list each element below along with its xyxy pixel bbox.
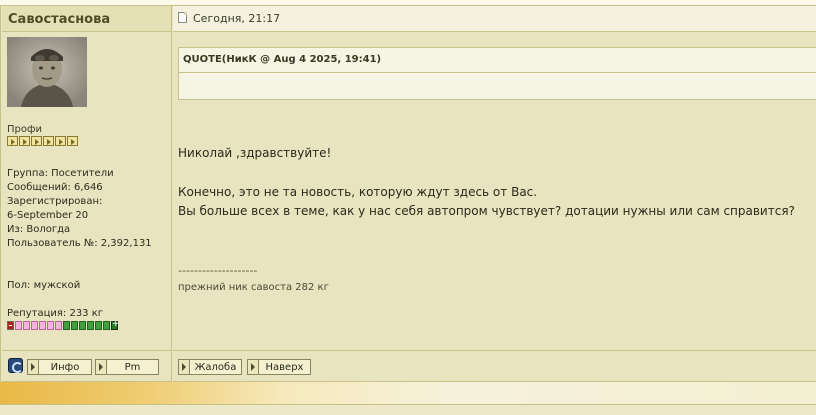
info-button[interactable]: Инфо (27, 359, 92, 375)
user-status-icon (8, 358, 23, 373)
reputation-neg-cell (55, 321, 62, 330)
message-greeting: Николай ,здравствуйте! (178, 146, 332, 160)
post-header: Сегодня, 21:17 (173, 6, 816, 32)
reputation-plus-icon[interactable] (111, 319, 120, 330)
message-line-1: Конечно, это не та новость, которую ждут… (178, 185, 538, 199)
user-post-count: Сообщений: 6,646 (7, 182, 103, 193)
user-profile-panel: Профи Группа: Посетители Сообщений: 6,64… (2, 32, 172, 350)
rank-pip-icon (7, 136, 18, 146)
arrow-right-icon (28, 360, 39, 374)
reputation-pos-cell (95, 321, 102, 330)
post-body: QUOTE(НикК @ Aug 4 2025, 19:41) Николай … (173, 32, 816, 350)
reputation-pos-cell (103, 321, 110, 330)
post-footer-left: Инфо Pm (2, 350, 172, 382)
reputation-neg-cell (31, 321, 38, 330)
reputation-neg-cell (15, 321, 22, 330)
arrow-right-icon (179, 360, 190, 374)
reputation-pos-cell (79, 321, 86, 330)
post-footer-right: Жалоба Наверх (173, 350, 816, 382)
arrow-right-icon (248, 360, 259, 374)
quote-header: QUOTE(НикК @ Aug 4 2025, 19:41) (178, 47, 816, 73)
post-author-cell: Савостаснова (2, 6, 172, 32)
signature-separator: -------------------- (178, 264, 258, 277)
rank-pip-icon (19, 136, 30, 146)
reputation-neg-cell (39, 321, 46, 330)
reputation-pos-cell (63, 321, 70, 330)
forum-post: Савостаснова Сегодня, 21:17 Профи Группа… (0, 5, 816, 382)
user-number: Пользователь №: 2,392,131 (7, 238, 152, 249)
post-document-icon (178, 12, 187, 23)
rank-pip-icon (43, 136, 54, 146)
avatar (7, 37, 87, 107)
reputation-neg-cell (23, 321, 30, 330)
reputation-pos-cell (71, 321, 78, 330)
reputation-minus-icon[interactable] (7, 321, 14, 330)
user-rank: Профи (7, 124, 43, 135)
reputation-bar (7, 319, 120, 330)
scroll-top-button[interactable]: Наверх (247, 359, 311, 375)
rank-pip-icon (31, 136, 42, 146)
quote-header-text: QUOTE(НикК @ Aug 4 2025, 19:41) (183, 54, 382, 65)
next-post-strip (0, 404, 816, 415)
user-registered-label: Зарегистрирован: (7, 196, 103, 207)
signature-text: прежний ник савоста 282 кг (178, 282, 329, 293)
post-date: Сегодня, 21:17 (193, 12, 281, 25)
reputation-neg-cell (47, 321, 54, 330)
reputation-pos-cell (87, 321, 94, 330)
user-location: Из: Вологда (7, 224, 71, 235)
user-registered-date: 6-September 20 (7, 210, 89, 221)
user-reputation: Репутация: 233 кг (7, 308, 104, 319)
pm-button[interactable]: Pm (95, 359, 159, 375)
rank-pip-icon (55, 136, 66, 146)
rank-pips (7, 136, 78, 146)
user-gender: Пол: мужской (7, 280, 81, 291)
arrow-right-icon (96, 360, 107, 374)
quote-body (178, 73, 816, 100)
report-button[interactable]: Жалоба (178, 359, 242, 375)
message-line-2: Вы больше всех в теме, как у нас себя ав… (178, 204, 795, 218)
rank-pip-icon (67, 136, 78, 146)
user-group: Группа: Посетители (7, 168, 114, 179)
post-author-name[interactable]: Савостаснова (8, 12, 110, 27)
post-divider-bar (0, 382, 816, 404)
